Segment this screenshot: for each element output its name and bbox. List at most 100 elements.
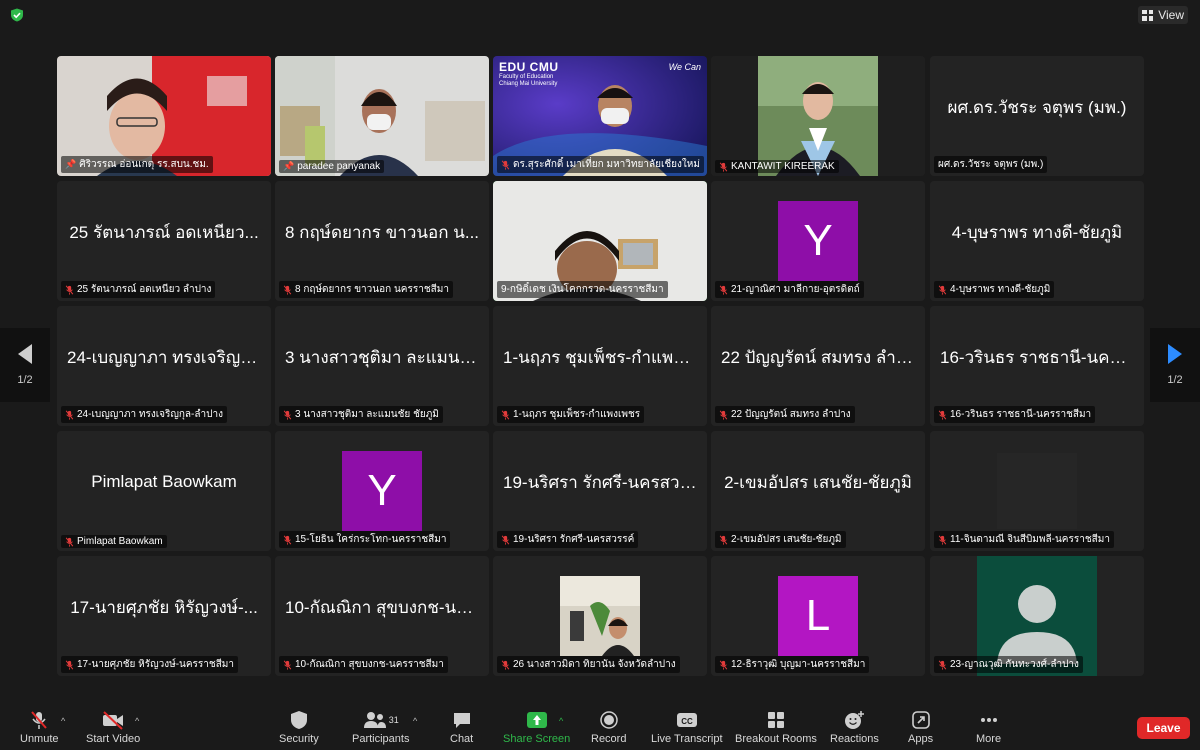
reactions-smiley-icon <box>845 711 865 729</box>
muted-mic-icon <box>65 410 74 420</box>
muted-mic-icon <box>283 410 292 420</box>
muted-mic-icon <box>501 535 510 545</box>
participant-tile[interactable]: 17-นายศุภชัย หิรัญวงษ์-... 17-นายศุภชัย … <box>57 556 271 676</box>
chat-button[interactable]: Chat <box>450 710 473 745</box>
participant-display-name: ผศ.ดร.วัชระ จตุพร (มพ.) <box>947 97 1127 117</box>
participant-display-name: 25 รัตนาภรณ์ อดเหนียว... <box>69 222 259 242</box>
participant-name-label: KANTAWIT KIREERAK <box>715 160 839 173</box>
breakout-rooms-icon <box>767 712 784 728</box>
record-button[interactable]: Record <box>591 710 626 745</box>
participant-tile[interactable]: 16-วรินธร ราชธานี-นครร... 16-วรินธร ราชธ… <box>930 306 1144 426</box>
participant-tile[interactable]: 1-นฤภร ชุมเพ็ชร-กำแพงเ... 1-นฤภร ชุมเพ็ช… <box>493 306 707 426</box>
more-button[interactable]: More <box>976 710 1001 745</box>
participant-tile[interactable]: 2-เขมอัปสร เสนชัย-ชัยภูมิ 2-เขมอัปสร เสน… <box>711 431 925 551</box>
audio-options-caret-icon[interactable]: ^ <box>61 716 65 726</box>
leave-meeting-button[interactable]: Leave <box>1137 717 1190 739</box>
participant-name-label: 12-ธิราวุฒิ บุญมา-นครราชสีมา <box>715 656 870 673</box>
view-button-label: View <box>1158 8 1184 22</box>
participant-display-name: 16-วรินธร ราชธานี-นครร... <box>940 347 1134 367</box>
participant-name-label: 21-ญาณิศา มาลีกาย-อุตรดิตถ์ <box>715 281 864 298</box>
participant-name-label: 📌 paradee panyanak <box>279 160 385 173</box>
arrow-right-icon <box>1168 344 1182 364</box>
participant-tile[interactable]: 4-บุษราพร ทางดี-ชัยภูมิ 4-บุษราพร ทางดี-… <box>930 181 1144 301</box>
apps-icon <box>911 711 930 729</box>
view-button[interactable]: View <box>1138 6 1188 24</box>
share-screen-label: Share Screen <box>503 733 571 745</box>
encryption-shield-icon[interactable] <box>10 8 24 22</box>
participants-options-caret-icon[interactable]: ^ <box>413 716 417 726</box>
muted-mic-icon <box>719 410 728 420</box>
participant-tile[interactable]: 3 นางสาวชุติมา ละแมนชั... 3 นางสาวชุติมา… <box>275 306 489 426</box>
participant-tile[interactable]: 8 กฤษ์ดยากร ขาวนอก น... 8 กฤษ์ดยากร ขาวน… <box>275 181 489 301</box>
participants-label: Participants <box>352 733 410 745</box>
active-speaker-tile[interactable]: 9-กษิดิ์เดช เงินโคกกรวด-นครราชสีมา <box>493 181 707 301</box>
participant-display-name: 24-เบญญาภา ทรงเจริญกุ... <box>67 347 261 367</box>
pin-icon: 📌 <box>283 161 295 171</box>
participant-tile[interactable]: Y 15-โยธิน ใคร่กระโทก-นครราชสีมา <box>275 431 489 551</box>
participant-tile[interactable]: Y 21-ญาณิศา มาลีกาย-อุตรดิตถ์ <box>711 181 925 301</box>
participant-display-name: 1-นฤภร ชุมเพ็ชร-กำแพงเ... <box>503 347 697 367</box>
muted-mic-icon <box>501 660 510 670</box>
we-can-logo: We Can <box>668 62 701 72</box>
participant-display-name: 17-นายศุภชัย หิรัญวงษ์-... <box>70 597 258 617</box>
muted-mic-icon <box>283 535 292 545</box>
live-transcript-button[interactable]: CC Live Transcript <box>651 710 723 745</box>
muted-mic-icon <box>501 160 510 170</box>
reactions-button[interactable]: Reactions <box>830 710 879 745</box>
participant-display-name: 4-บุษราพร ทางดี-ชัยภูมิ <box>951 222 1123 242</box>
microphone-muted-icon <box>31 711 48 729</box>
participant-tile[interactable]: EDU CMU Faculty of Education Chiang Mai … <box>493 56 707 176</box>
participant-tile[interactable]: L 12-ธิราวุฒิ บุญมา-นครราชสีมา <box>711 556 925 676</box>
participant-name-label: 3 นางสาวชุติมา ละแมนชัย ชัยภูมิ <box>279 406 443 423</box>
next-page-button[interactable]: 1/2 <box>1150 328 1200 402</box>
muted-mic-icon <box>719 535 728 545</box>
previous-page-button[interactable]: 1/2 <box>0 328 50 402</box>
participant-tile[interactable]: ผศ.ดร.วัชระ จตุพร (มพ.) ผศ.ดร.วัชระ จตุพ… <box>930 56 1144 176</box>
participant-avatar: L <box>778 576 858 656</box>
apps-button[interactable]: Apps <box>908 710 933 745</box>
muted-mic-icon <box>501 410 510 420</box>
security-button[interactable]: Security <box>279 710 319 745</box>
muted-mic-icon <box>719 285 728 295</box>
participant-display-name: Pimlapat Baowkam <box>91 472 237 491</box>
unmute-button[interactable]: Unmute <box>20 710 59 745</box>
participant-name-label: 11-จินดามณี จินสีบิมพลี-นครราชสีมา <box>934 531 1114 548</box>
share-options-caret-icon[interactable]: ^ <box>559 716 563 726</box>
participant-tile[interactable]: 11-จินดามณี จินสีบิมพลี-นครราชสีมา <box>930 431 1144 551</box>
video-camera-off-icon <box>103 711 124 730</box>
participant-tile[interactable]: 📌 ศิริวรรณ อ่อนเกตุ รร.สบน.ชม. <box>57 56 271 176</box>
video-placeholder <box>997 453 1077 529</box>
breakout-rooms-button[interactable]: Breakout Rooms <box>735 710 817 745</box>
muted-mic-icon <box>65 285 74 295</box>
participant-name-label: 📌 ศิริวรรณ อ่อนเกตุ รร.สบน.ชม. <box>61 156 213 173</box>
participant-tile[interactable]: 25 รัตนาภรณ์ อดเหนียว... 25 รัตนาภรณ์ อด… <box>57 181 271 301</box>
arrow-left-icon <box>18 344 32 364</box>
participant-name-label: 16-วรินธร ราชธานี-นครราชสีมา <box>934 406 1096 423</box>
muted-mic-icon <box>938 410 947 420</box>
video-options-caret-icon[interactable]: ^ <box>135 716 139 726</box>
muted-mic-icon <box>719 162 728 172</box>
participant-name-label: 2-เขมอัปสร เสนชัย-ชัยภูมิ <box>715 531 846 548</box>
participant-name-label: ดร.สุระศักดิ์ เมาเที่ยก มหาวิทยาลัยเชียง… <box>497 156 704 173</box>
participant-name-label: 8 กฤษ์ดยากร ขาวนอก นครราชสีมา <box>279 281 453 298</box>
participant-name-label: 1-นฤภร ชุมเพ็ชร-กำแพงเพชร <box>497 406 645 423</box>
participant-tile[interactable]: 26 นางสาวมิดา ทิยานัน จังหวัดลำปาง <box>493 556 707 676</box>
edu-cmu-banner: EDU CMU <box>499 60 559 74</box>
participant-tile[interactable]: 23-ญาณวุฒิ กันทะวงศ์-ลำปาง <box>930 556 1144 676</box>
muted-mic-icon <box>938 535 947 545</box>
participant-tile[interactable]: KANTAWIT KIREERAK <box>711 56 925 176</box>
record-label: Record <box>591 733 627 745</box>
participants-count: 31 <box>388 715 399 725</box>
participants-button[interactable]: 31 Participants <box>352 710 409 745</box>
participant-tile[interactable]: 10-กัณณิกา สุขบงกช-นค... 10-กัณณิกา สุขบ… <box>275 556 489 676</box>
participants-icon <box>363 712 386 728</box>
participant-name-label: 10-กัณณิกา สุขบงกช-นครราชสีมา <box>279 656 448 673</box>
participant-tile[interactable]: 19-นริศรา รักศรี-นครสวร... 19-นริศรา รัก… <box>493 431 707 551</box>
chat-bubble-icon <box>453 713 470 728</box>
participant-name-label: 26 นางสาวมิดา ทิยานัน จังหวัดลำปาง <box>497 656 680 673</box>
start-video-button[interactable]: Start Video <box>86 710 140 745</box>
participant-tile[interactable]: 📌 paradee panyanak <box>275 56 489 176</box>
participant-tile[interactable]: Pimlapat Baowkam Pimlapat Baowkam <box>57 431 271 551</box>
participant-tile[interactable]: 22 ปัญญรัตน์ สมทรง ลำปาง 22 ปัญญรัตน์ สม… <box>711 306 925 426</box>
participant-tile[interactable]: 24-เบญญาภา ทรงเจริญกุ... 24-เบญญาภา ทรงเ… <box>57 306 271 426</box>
